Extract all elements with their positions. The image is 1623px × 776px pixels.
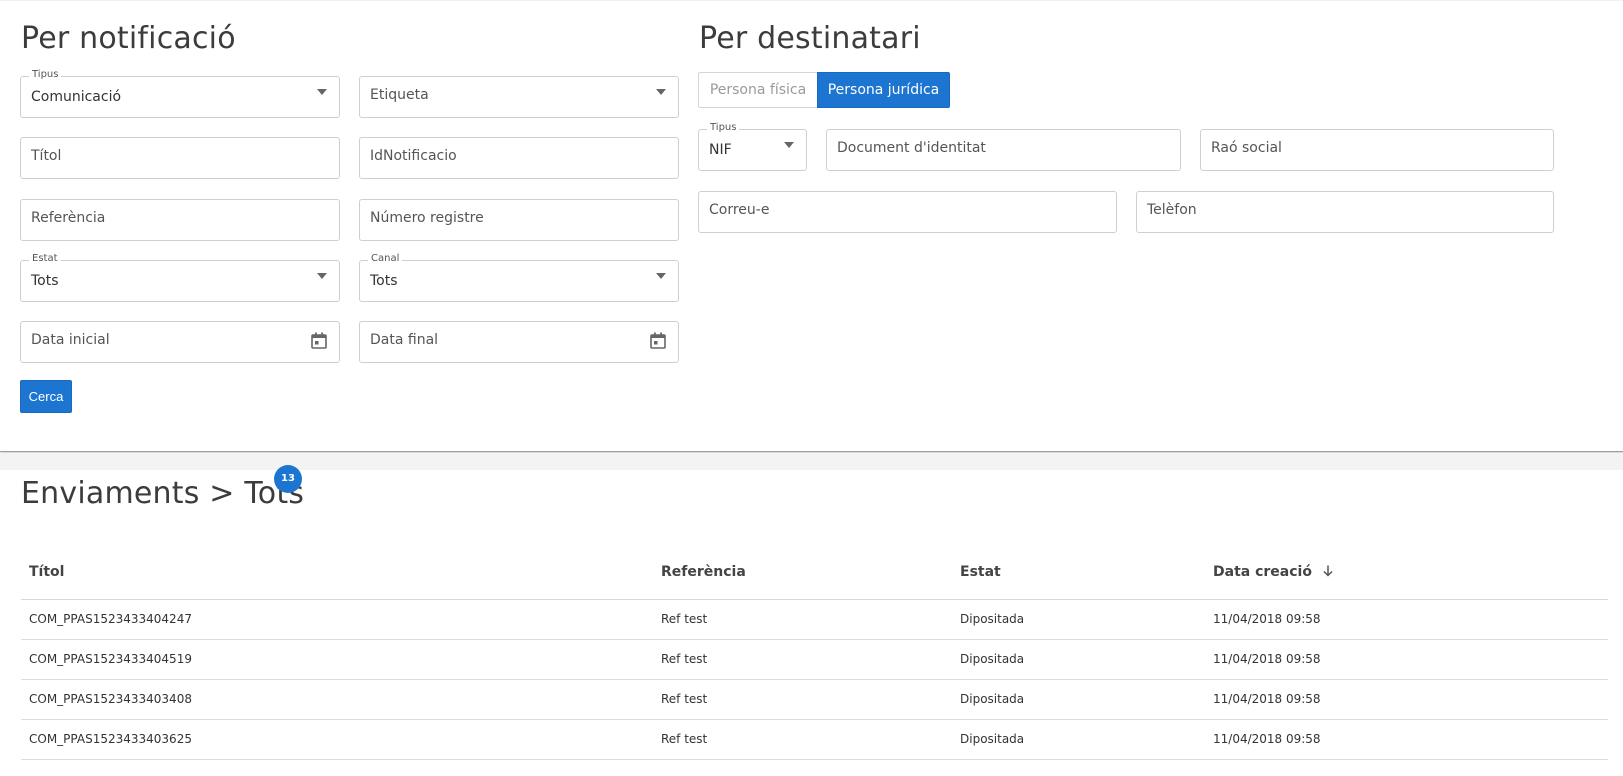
cell-estat: Dipositada bbox=[960, 692, 1025, 706]
chevron-down-icon bbox=[317, 273, 327, 279]
cell-data: 11/04/2018 09:58 bbox=[1213, 612, 1321, 626]
cell-referencia: Ref test bbox=[661, 612, 708, 626]
data-final-placeholder: Data final bbox=[370, 332, 439, 348]
telefon-placeholder: Telèfon bbox=[1147, 202, 1197, 218]
cell-titol: COM_PPAS1523433404519 bbox=[29, 652, 192, 666]
chevron-down-icon bbox=[317, 89, 327, 95]
id-notificacio-placeholder: IdNotificacio bbox=[370, 148, 457, 164]
recipient-tipus-select[interactable]: Tipus NIF bbox=[698, 121, 807, 171]
recipient-tipus-value: NIF bbox=[709, 142, 732, 158]
tipus-value: Comunicació bbox=[31, 89, 122, 105]
cell-data: 11/04/2018 09:58 bbox=[1213, 732, 1321, 746]
canal-select[interactable]: Canal Tots bbox=[359, 252, 679, 302]
persona-juridica-toggle[interactable]: Persona jurídica bbox=[817, 72, 950, 108]
document-identitat-input[interactable]: Document d'identitat bbox=[826, 129, 1181, 171]
column-header-data-creacio-label: Data creació bbox=[1213, 564, 1312, 580]
cell-data: 11/04/2018 09:58 bbox=[1213, 652, 1321, 666]
referencia-placeholder: Referència bbox=[31, 210, 106, 226]
etiqueta-placeholder: Etiqueta bbox=[370, 87, 429, 103]
chevron-down-icon bbox=[656, 273, 666, 279]
data-inicial-placeholder: Data inicial bbox=[31, 332, 110, 348]
cell-data: 11/04/2018 09:58 bbox=[1213, 692, 1321, 706]
data-final-input[interactable]: Data final bbox=[359, 321, 679, 363]
cell-referencia: Ref test bbox=[661, 652, 708, 666]
chevron-down-icon bbox=[656, 89, 666, 95]
arrow-down-icon bbox=[1323, 564, 1333, 580]
column-header-estat[interactable]: Estat bbox=[960, 564, 1001, 580]
table-row[interactable]: COM_PPAS1523433404247 Ref test Dipositad… bbox=[21, 600, 1608, 640]
table-header: Títol Referència Estat Data creació bbox=[21, 530, 1608, 600]
cell-titol: COM_PPAS1523433403625 bbox=[29, 732, 192, 746]
correu-input[interactable]: Correu-e bbox=[698, 191, 1117, 233]
section-divider bbox=[0, 453, 1623, 470]
persona-fisica-toggle[interactable]: Persona física bbox=[698, 72, 818, 108]
cell-estat: Dipositada bbox=[960, 652, 1025, 666]
cell-estat: Dipositada bbox=[960, 612, 1025, 626]
filters-panel: Per notificació Tipus Comunicació Etique… bbox=[0, 0, 1623, 452]
column-header-referencia[interactable]: Referència bbox=[661, 564, 746, 580]
table-row[interactable]: COM_PPAS1523433404519 Ref test Dipositad… bbox=[21, 640, 1608, 680]
estat-select[interactable]: Estat Tots bbox=[20, 252, 340, 302]
results-count-badge: 13 bbox=[274, 465, 302, 493]
cell-referencia: Ref test bbox=[661, 732, 708, 746]
tipus-select[interactable]: Tipus Comunicació bbox=[20, 68, 340, 118]
correu-placeholder: Correu-e bbox=[709, 202, 770, 218]
recipient-tipus-legend: Tipus bbox=[707, 121, 740, 135]
cell-titol: COM_PPAS1523433403408 bbox=[29, 692, 192, 706]
id-notificacio-input[interactable]: IdNotificacio bbox=[359, 137, 679, 179]
notification-filter-title: Per notificació bbox=[21, 21, 236, 56]
cell-titol: COM_PPAS1523433404247 bbox=[29, 612, 192, 626]
search-button[interactable]: Cerca bbox=[20, 380, 72, 413]
rao-social-input[interactable]: Raó social bbox=[1200, 129, 1554, 171]
numero-registre-placeholder: Número registre bbox=[370, 210, 484, 226]
titol-placeholder: Títol bbox=[31, 148, 62, 164]
column-header-data-creacio[interactable]: Data creació bbox=[1213, 564, 1333, 580]
estat-legend: Estat bbox=[29, 252, 61, 266]
cell-estat: Dipositada bbox=[960, 732, 1025, 746]
document-identitat-placeholder: Document d'identitat bbox=[837, 140, 986, 156]
table-row[interactable]: COM_PPAS1523433403408 Ref test Dipositad… bbox=[21, 680, 1608, 720]
calendar-icon[interactable] bbox=[650, 332, 666, 349]
numero-registre-input[interactable]: Número registre bbox=[359, 199, 679, 241]
table-row[interactable]: COM_PPAS1523433403625 Ref test Dipositad… bbox=[21, 720, 1608, 760]
cell-referencia: Ref test bbox=[661, 692, 708, 706]
calendar-icon[interactable] bbox=[311, 332, 327, 349]
results-title: Enviaments > Tots bbox=[21, 476, 305, 511]
rao-social-placeholder: Raó social bbox=[1211, 140, 1282, 156]
tipus-legend: Tipus bbox=[29, 68, 62, 82]
canal-value: Tots bbox=[370, 273, 398, 289]
titol-input[interactable]: Títol bbox=[20, 137, 340, 179]
recipient-filter-title: Per destinatari bbox=[699, 21, 921, 56]
telefon-input[interactable]: Telèfon bbox=[1136, 191, 1554, 233]
referencia-input[interactable]: Referència bbox=[20, 199, 340, 241]
estat-value: Tots bbox=[31, 273, 59, 289]
column-header-titol[interactable]: Títol bbox=[29, 564, 64, 580]
etiqueta-select[interactable]: Etiqueta bbox=[359, 76, 679, 118]
data-inicial-input[interactable]: Data inicial bbox=[20, 321, 340, 363]
results-table: Títol Referència Estat Data creació COM_… bbox=[21, 530, 1608, 760]
chevron-down-icon bbox=[784, 142, 794, 148]
canal-legend: Canal bbox=[368, 252, 403, 266]
